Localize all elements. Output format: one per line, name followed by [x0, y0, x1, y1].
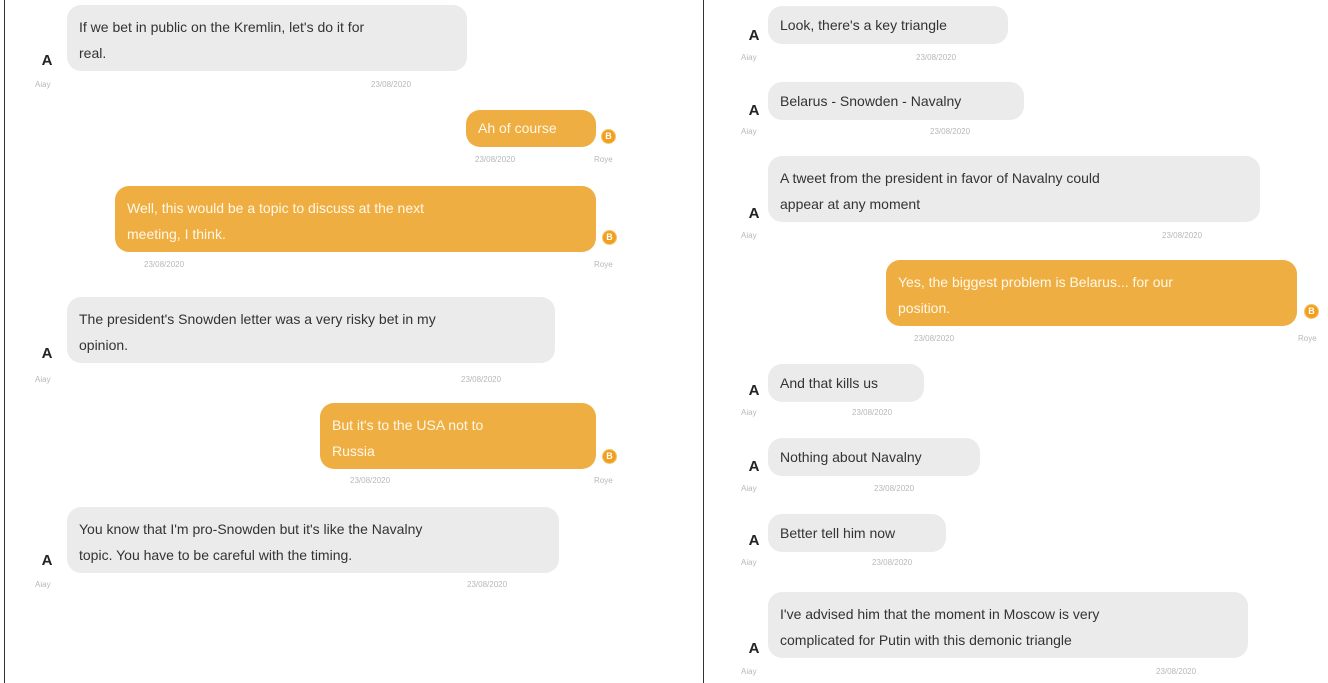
sender-b-avatar-icon: B	[602, 130, 615, 143]
message-bubble[interactable]: Yes, the biggest problem is Belarus... f…	[886, 260, 1297, 326]
message-bubble[interactable]: You know that I'm pro-Snowden but it's l…	[67, 507, 559, 573]
sender-b-avatar-icon: B	[603, 231, 616, 244]
message-bubble[interactable]: Belarus - Snowden - Navalny	[768, 82, 1024, 120]
message-bubble[interactable]: Better tell him now	[768, 514, 946, 552]
sender-a-avatar: A	[748, 102, 760, 119]
sender-name: Aiay	[35, 580, 51, 589]
sender-name: Aiay	[741, 231, 757, 240]
message-timestamp: 23/08/2020	[1156, 667, 1197, 676]
message-bubble[interactable]: If we bet in public on the Kremlin, let'…	[67, 5, 467, 71]
sender-a-avatar: A	[748, 640, 760, 657]
sender-name: Aiay	[35, 80, 51, 89]
message-timestamp: 23/08/2020	[872, 558, 913, 567]
sender-a-avatar: A	[41, 345, 53, 362]
message-timestamp: 23/08/2020	[1162, 231, 1203, 240]
message-timestamp: 23/08/2020	[144, 260, 185, 269]
message-bubble[interactable]: Look, there's a key triangle	[768, 6, 1008, 44]
sender-name: Aiay	[741, 127, 757, 136]
sender-name: Roye	[594, 476, 613, 485]
message-timestamp: 23/08/2020	[930, 127, 971, 136]
message-timestamp: 23/08/2020	[475, 155, 516, 164]
message-bubble[interactable]: I've advised him that the moment in Mosc…	[768, 592, 1248, 658]
message-timestamp: 23/08/2020	[914, 334, 955, 343]
sender-a-avatar: A	[748, 27, 760, 44]
sender-a-avatar: A	[41, 52, 53, 69]
message-bubble[interactable]: The president's Snowden letter was a ver…	[67, 297, 555, 363]
sender-name: Roye	[594, 260, 613, 269]
sender-a-avatar: A	[41, 552, 53, 569]
sender-name: Aiay	[741, 484, 757, 493]
message-timestamp: 23/08/2020	[371, 80, 412, 89]
sender-a-avatar: A	[748, 205, 760, 222]
sender-name: Aiay	[35, 375, 51, 384]
message-bubble[interactable]: And that kills us	[768, 364, 924, 402]
sender-name: Aiay	[741, 558, 757, 567]
sender-name: Aiay	[741, 667, 757, 676]
sender-b-avatar-icon: B	[1305, 305, 1318, 318]
message-timestamp: 23/08/2020	[350, 476, 391, 485]
message-timestamp: 23/08/2020	[874, 484, 915, 493]
sender-name: Roye	[1298, 334, 1317, 343]
message-bubble[interactable]: But it's to the USA not to Russia	[320, 403, 596, 469]
sender-a-avatar: A	[748, 382, 760, 399]
right-chat-panel: Look, there's a key triangle A Aiay 23/0…	[704, 0, 1328, 683]
sender-name: Aiay	[741, 408, 757, 417]
sender-name: Roye	[594, 155, 613, 164]
sender-a-avatar: A	[748, 532, 760, 549]
message-bubble[interactable]: Ah of course	[466, 110, 596, 147]
sender-name: Aiay	[741, 53, 757, 62]
message-timestamp: 23/08/2020	[467, 580, 508, 589]
message-timestamp: 23/08/2020	[916, 53, 957, 62]
message-bubble[interactable]: Nothing about Navalny	[768, 438, 980, 476]
sender-a-avatar: A	[748, 458, 760, 475]
message-timestamp: 23/08/2020	[461, 375, 502, 384]
message-bubble[interactable]: Well, this would be a topic to discuss a…	[115, 186, 596, 252]
left-chat-panel: If we bet in public on the Kremlin, let'…	[5, 0, 703, 683]
message-bubble[interactable]: A tweet from the president in favor of N…	[768, 156, 1260, 222]
message-timestamp: 23/08/2020	[852, 408, 893, 417]
sender-b-avatar-icon: B	[603, 450, 616, 463]
